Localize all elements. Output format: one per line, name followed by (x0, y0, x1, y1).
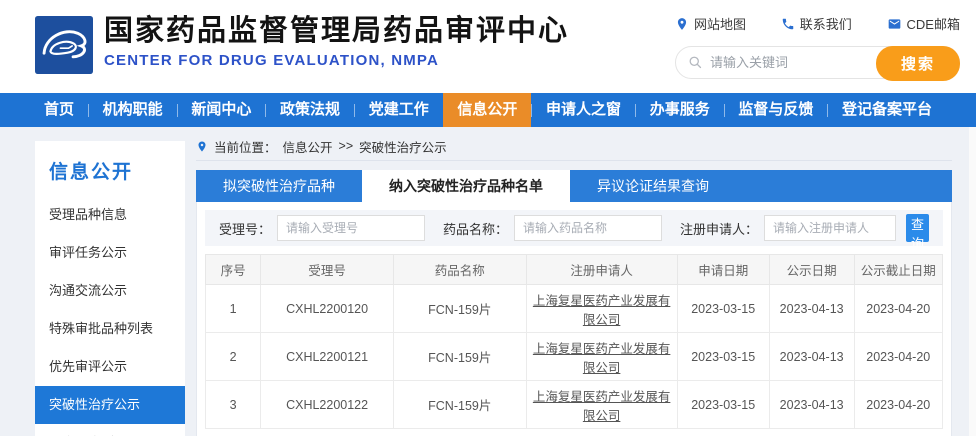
col-acceptance-no: 受理号 (261, 255, 394, 285)
nav-item-info-disclosure[interactable]: 信息公开 (443, 93, 531, 127)
scrollbar[interactable] (969, 127, 976, 436)
cell-seq: 2 (206, 333, 261, 381)
cell-drug-name: FCN-159片 (393, 333, 526, 381)
applicant-link[interactable]: 上海复星医药产业发展有限公司 (533, 390, 671, 423)
sidebar-item-accepted-varieties[interactable]: 受理品种信息 (35, 196, 185, 234)
site-search: 搜索 (675, 46, 960, 79)
breadcrumb-section-link[interactable]: 信息公开 (283, 137, 333, 156)
col-publish-date: 公示日期 (769, 255, 854, 285)
cell-drug-name: FCN-159片 (393, 381, 526, 429)
breadcrumb-current: 突破性治疗公示 (359, 137, 447, 156)
envelope-icon (887, 17, 902, 31)
sidebar-item-review-tasks[interactable]: 审评任务公示 (35, 234, 185, 272)
breadcrumb-separator: >> (339, 139, 354, 153)
cde-mail-link[interactable]: CDE邮箱 (887, 14, 960, 33)
col-drug-name: 药品名称 (393, 255, 526, 285)
cell-publish-end-date: 2023-04-20 (854, 333, 942, 381)
col-seq: 序号 (206, 255, 261, 285)
table-header-row: 序号 受理号 药品名称 注册申请人 申请日期 公示日期 公示截止日期 (206, 255, 943, 285)
contact-label: 联系我们 (800, 14, 852, 33)
location-pin-icon (196, 140, 208, 153)
cell-acceptance-no: CXHL2200122 (261, 381, 394, 429)
nav-item-registration-platform[interactable]: 登记备案平台 (828, 93, 946, 127)
sidebar-item-special-approval[interactable]: 特殊审批品种列表 (35, 310, 185, 348)
nav-item-news[interactable]: 新闻中心 (177, 93, 265, 127)
filter-form: 受理号： 药品名称： 注册申请人： 查询 (205, 210, 943, 246)
results-table: 序号 受理号 药品名称 注册申请人 申请日期 公示日期 公示截止日期 1 CXH… (205, 254, 943, 429)
nav-item-home[interactable]: 首页 (30, 93, 88, 127)
nav-item-party-building[interactable]: 党建工作 (355, 93, 443, 127)
cell-publish-date: 2023-04-13 (769, 381, 854, 429)
col-applicant: 注册申请人 (526, 255, 677, 285)
cell-publish-end-date: 2023-04-20 (854, 381, 942, 429)
cell-apply-date: 2023-03-15 (677, 381, 769, 429)
cell-seq: 1 (206, 285, 261, 333)
sitemap-label: 网站地图 (694, 14, 746, 33)
query-button[interactable]: 查询 (906, 214, 929, 242)
nav-item-policies[interactable]: 政策法规 (266, 93, 354, 127)
table-row: 3 CXHL2200122 FCN-159片 上海复星医药产业发展有限公司 20… (206, 381, 943, 429)
sidebar-item-communication[interactable]: 沟通交流公示 (35, 272, 185, 310)
acceptance-no-label: 受理号： (219, 219, 271, 238)
sidebar-item-priority-review[interactable]: 优先审评公示 (35, 348, 185, 386)
sidebar-item-two-in-one[interactable]: 二合一序列公示 (35, 424, 185, 436)
table-row: 2 CXHL2200121 FCN-159片 上海复星医药产业发展有限公司 20… (206, 333, 943, 381)
cell-apply-date: 2023-03-15 (677, 333, 769, 381)
nav-item-functions[interactable]: 机构职能 (89, 93, 177, 127)
breadcrumb: 当前位置：信息公开 >> 突破性治疗公示 (196, 141, 952, 161)
cell-acceptance-no: CXHL2200120 (261, 285, 394, 333)
tab-objection-results[interactable]: 异议论证结果查询 (570, 170, 736, 202)
cell-acceptance-no: CXHL2200121 (261, 333, 394, 381)
sitemap-link[interactable]: 网站地图 (675, 14, 746, 33)
table-row: 1 CXHL2200120 FCN-159片 上海复星医药产业发展有限公司 20… (206, 285, 943, 333)
quick-links: 网站地图 联系我们 CDE邮箱 (675, 14, 960, 33)
main-area: 信息公开 受理品种信息 审评任务公示 沟通交流公示 特殊审批品种列表 优先审评公… (0, 127, 976, 436)
sidebar-title: 信息公开 (35, 141, 185, 196)
acceptance-no-input[interactable] (277, 215, 425, 241)
cell-seq: 3 (206, 381, 261, 429)
nav-item-applicant-window[interactable]: 申请人之窗 (532, 93, 635, 127)
cell-drug-name: FCN-159片 (393, 285, 526, 333)
drug-name-input[interactable] (514, 215, 662, 241)
applicant-link[interactable]: 上海复星医药产业发展有限公司 (533, 342, 671, 375)
col-apply-date: 申请日期 (677, 255, 769, 285)
page-title: 国家药品监督管理局药品审评中心 (104, 15, 569, 48)
tab-bar: 拟突破性治疗品种 纳入突破性治疗品种名单 异议论证结果查询 (196, 170, 952, 202)
cell-publish-end-date: 2023-04-20 (854, 285, 942, 333)
applicant-input[interactable] (764, 215, 896, 241)
contact-link[interactable]: 联系我们 (781, 14, 852, 33)
sidebar: 信息公开 受理品种信息 审评任务公示 沟通交流公示 特殊审批品种列表 优先审评公… (35, 141, 185, 436)
site-header: 国家药品监督管理局药品审评中心 CENTER FOR DRUG EVALUATI… (0, 0, 976, 93)
cde-logo-icon (35, 16, 93, 74)
nav-item-supervision-feedback[interactable]: 监督与反馈 (724, 93, 827, 127)
applicant-label: 注册申请人： (680, 219, 758, 238)
tab-included-breakthrough-list[interactable]: 纳入突破性治疗品种名单 (362, 170, 570, 202)
tab-proposed-breakthrough[interactable]: 拟突破性治疗品种 (196, 170, 362, 202)
applicant-link[interactable]: 上海复星医药产业发展有限公司 (533, 294, 671, 327)
col-publish-end-date: 公示截止日期 (854, 255, 942, 285)
content-area: 当前位置：信息公开 >> 突破性治疗公示 拟突破性治疗品种 纳入突破性治疗品种名… (196, 141, 952, 436)
drug-name-label: 药品名称： (443, 219, 508, 238)
phone-icon (781, 17, 795, 31)
cde-mail-label: CDE邮箱 (907, 14, 960, 33)
content-panel: 受理号： 药品名称： 注册申请人： 查询 序号 受理号 药品名称 注册申请 (196, 202, 952, 436)
cell-apply-date: 2023-03-15 (677, 285, 769, 333)
cell-publish-date: 2023-04-13 (769, 333, 854, 381)
cell-publish-date: 2023-04-13 (769, 285, 854, 333)
page-subtitle: CENTER FOR DRUG EVALUATION, NMPA (104, 52, 569, 69)
main-nav: 首页 机构职能 新闻中心 政策法规 党建工作 信息公开 申请人之窗 办事服务 监… (0, 93, 976, 127)
location-pin-icon (675, 17, 689, 31)
search-icon (688, 55, 703, 70)
breadcrumb-prefix: 当前位置： (214, 137, 277, 156)
nav-item-services[interactable]: 办事服务 (636, 93, 724, 127)
search-button[interactable]: 搜索 (876, 46, 960, 81)
search-input[interactable] (710, 55, 850, 70)
sidebar-item-breakthrough-therapy[interactable]: 突破性治疗公示 (35, 386, 185, 424)
